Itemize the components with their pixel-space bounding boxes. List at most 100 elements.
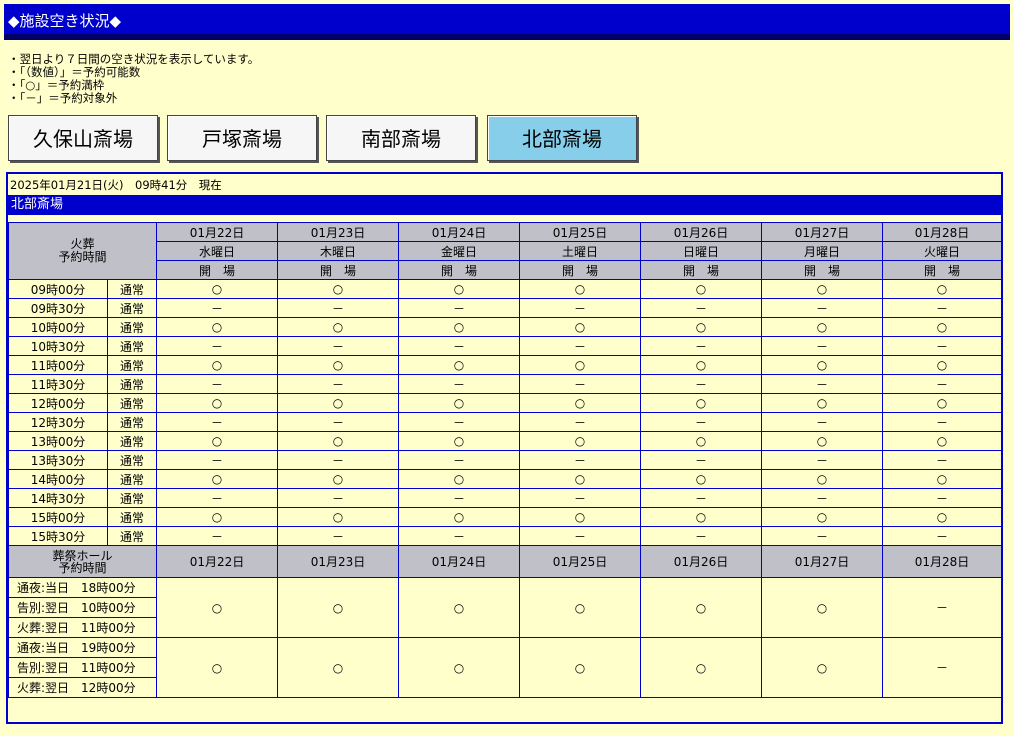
- availability-cell: －: [519, 336, 642, 356]
- availability-cell: －: [156, 488, 279, 508]
- availability-cell: ○: [398, 431, 521, 451]
- slot-time: 09時30分: [8, 298, 108, 318]
- availability-cell: ○: [156, 431, 279, 451]
- availability-cell: ○: [519, 469, 642, 489]
- weekday-header: 土曜日: [519, 241, 642, 261]
- slot-time: 15時30分: [8, 526, 108, 546]
- availability-cell: －: [519, 526, 642, 546]
- hall-date-header: 01月24日: [398, 545, 521, 578]
- availability-cell: ○: [640, 431, 763, 451]
- table-row: 10時30分 通常－－－－－－－: [8, 336, 1003, 356]
- availability-cell: －: [882, 298, 1003, 318]
- hall-slot-time: 通夜:当日 19時00分: [7, 637, 158, 658]
- table-row: 12時30分 通常－－－－－－－: [8, 412, 1003, 432]
- open-status: 開 場: [519, 260, 642, 280]
- tab-nanbu[interactable]: 南部斎場: [326, 115, 476, 161]
- availability-cell: ○: [398, 393, 521, 413]
- availability-cell: －: [277, 488, 400, 508]
- open-status: 開 場: [398, 260, 521, 280]
- availability-cell: ○: [156, 507, 279, 527]
- availability-cell: －: [156, 450, 279, 470]
- hall-date-header: 01月27日: [761, 545, 884, 578]
- weekday-header: 日曜日: [640, 241, 763, 261]
- table-row: 10時00分 通常 ○ ○ ○ ○ ○ ○ ○: [8, 317, 1003, 337]
- availability-cell: －: [398, 336, 521, 356]
- availability-cell: ○: [640, 317, 763, 337]
- slot-type: 通常: [106, 450, 158, 470]
- weekday-header: 水曜日: [156, 241, 279, 261]
- slot-type: 通常: [106, 431, 158, 451]
- availability-cell: －: [761, 450, 884, 470]
- tab-hokubu[interactable]: 北部斎場: [487, 115, 637, 161]
- note-line: ・「－」＝予約対象外: [8, 91, 118, 105]
- availability-cell: －: [882, 450, 1003, 470]
- availability-cell: －: [277, 336, 400, 356]
- date-header: 01月26日: [640, 222, 763, 242]
- availability-panel: 2025年01月21日(火) 09時41分 現在 北部斎場 火葬 予約時間 01月…: [6, 172, 1003, 724]
- availability-cell: ○: [519, 393, 642, 413]
- weekday-header: 月曜日: [761, 241, 884, 261]
- availability-cell: －: [761, 298, 884, 318]
- date-header: 01月24日: [398, 222, 521, 242]
- availability-cell: －: [519, 412, 642, 432]
- slot-time: 12時00分: [8, 393, 108, 413]
- slot-time: 13時00分: [8, 431, 108, 451]
- cremation-time-header: 火葬 予約時間: [7, 222, 158, 280]
- slot-type: 通常: [106, 355, 158, 375]
- hall-availability-cell: ○: [519, 577, 642, 638]
- availability-cell: －: [398, 298, 521, 318]
- slot-time: 10時00分: [8, 317, 108, 337]
- title-bar: ◆施設空き状況◆: [4, 4, 1010, 40]
- availability-cell: ○: [882, 431, 1003, 451]
- slot-time: 11時00分: [8, 355, 108, 375]
- hall-availability-cell: ○: [761, 637, 884, 698]
- slot-time: 10時30分: [8, 336, 108, 356]
- open-status: 開 場: [640, 260, 763, 280]
- open-status: 開 場: [761, 260, 884, 280]
- availability-cell: ○: [761, 431, 884, 451]
- availability-cell: ○: [156, 355, 279, 375]
- table-row: 通夜:当日 18時00分 ○ ○ ○ ○ ○ ○ －: [7, 577, 1003, 638]
- table-row: 14時30分 通常－－－－－－－: [8, 488, 1003, 508]
- hall-availability-cell: ○: [398, 577, 521, 638]
- availability-cell: －: [882, 374, 1003, 394]
- notes: ・翌日より７日間の空き状況を表示しています。 ・「（数値）」＝予約可能数 ・「○…: [8, 53, 259, 105]
- hall-slot-time: 告別:翌日 10時00分: [7, 597, 158, 618]
- table-row: 15時30分 通常－－－－－－－: [8, 526, 1003, 546]
- slot-time: 14時30分: [8, 488, 108, 508]
- availability-cell: －: [398, 488, 521, 508]
- tab-kuboyama[interactable]: 久保山斎場: [8, 115, 158, 161]
- table-row: 通夜:当日 19時00分 ○ ○ ○ ○ ○ ○ －: [7, 637, 1003, 698]
- open-status: 開 場: [882, 260, 1003, 280]
- availability-cell: －: [761, 526, 884, 546]
- hall-time-header: 葬祭ホール 予約時間: [7, 545, 158, 578]
- availability-cell: ○: [277, 355, 400, 375]
- hall-date-header: 01月26日: [640, 545, 763, 578]
- hall-date-header: 01月22日: [156, 545, 279, 578]
- hall-date-header: 01月28日: [882, 545, 1003, 578]
- slot-type: 通常: [106, 279, 158, 299]
- availability-cell: －: [761, 412, 884, 432]
- availability-cell: －: [156, 298, 279, 318]
- hall-slot-time: 告別:翌日 11時00分: [7, 657, 158, 678]
- availability-cell: －: [398, 526, 521, 546]
- slot-time: 12時30分: [8, 412, 108, 432]
- tab-totsuka[interactable]: 戸塚斎場: [167, 115, 317, 161]
- table-row: 15時00分 通常 ○ ○ ○ ○ ○ ○ ○: [8, 507, 1003, 527]
- availability-cell: ○: [761, 317, 884, 337]
- table-row: 12時00分 通常 ○ ○ ○ ○ ○ ○ ○: [8, 393, 1003, 413]
- date-header: 01月27日: [761, 222, 884, 242]
- slot-time: 09時00分: [8, 279, 108, 299]
- availability-cell: －: [640, 374, 763, 394]
- slot-type: 通常: [106, 298, 158, 318]
- availability-cell: －: [398, 374, 521, 394]
- availability-cell: ○: [640, 355, 763, 375]
- availability-cell: ○: [882, 355, 1003, 375]
- availability-cell: ○: [156, 393, 279, 413]
- availability-cell: －: [519, 450, 642, 470]
- availability-cell: －: [277, 298, 400, 318]
- availability-cell: ○: [156, 317, 279, 337]
- availability-cell: ○: [640, 393, 763, 413]
- weekday-header: 火曜日: [882, 241, 1003, 261]
- hall-availability-cell: ○: [156, 577, 279, 638]
